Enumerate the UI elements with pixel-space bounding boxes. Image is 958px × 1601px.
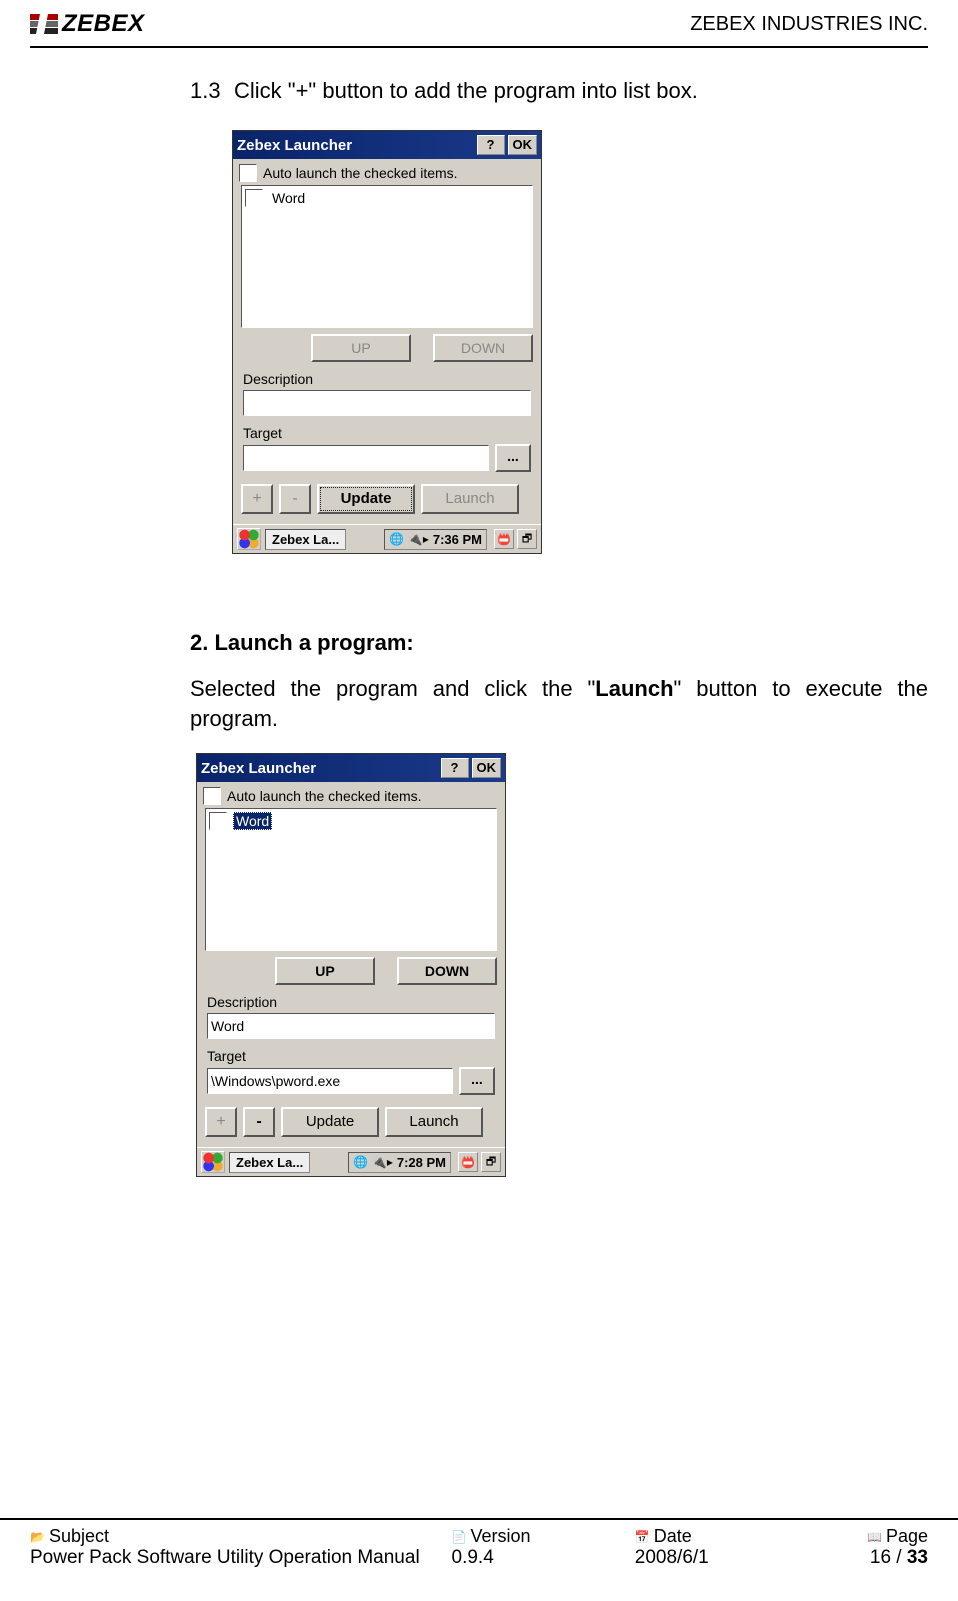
screenshot-2: Zebex Launcher ? OK Auto launch the chec… [196, 753, 506, 1177]
body-bold: Launch [595, 676, 673, 701]
launch-button[interactable]: Launch [385, 1107, 483, 1137]
version-label: 📄Version [452, 1526, 635, 1547]
device-icon: 🔌▸ [372, 1155, 393, 1169]
window-title: Zebex Launcher [201, 760, 438, 777]
up-button[interactable]: UP [275, 957, 375, 985]
section-title: Launch a program: [214, 630, 413, 655]
browse-button[interactable]: ... [459, 1067, 495, 1095]
title-bar: Zebex Launcher ? OK [233, 131, 541, 159]
clock: 7:36 PM [433, 532, 482, 547]
taskbar-app[interactable]: Zebex La... [229, 1152, 310, 1173]
list-item-label: Word [233, 812, 272, 830]
device-icon: 🔌▸ [408, 532, 429, 546]
description-input[interactable] [243, 390, 531, 416]
book-icon: 📖 [867, 1530, 882, 1544]
target-input[interactable] [243, 445, 489, 471]
program-listbox[interactable]: Word [205, 808, 497, 951]
update-button[interactable]: Update [281, 1107, 379, 1137]
target-label: Target [199, 1045, 503, 1067]
ok-button[interactable]: OK [472, 758, 502, 778]
page-header: ZEBEX ZEBEX INDUSTRIES INC. [30, 0, 928, 48]
item-checkbox[interactable] [245, 189, 263, 207]
plus-button[interactable]: + [241, 484, 273, 514]
windows-icon[interactable]: 🗗 [481, 1152, 501, 1172]
description-label: Description [235, 368, 539, 390]
step-number: 1.3 [190, 78, 234, 104]
folder-icon: 📂 [30, 1530, 45, 1544]
date-label: 📅Date [635, 1526, 818, 1547]
description-input[interactable]: Word [207, 1013, 495, 1039]
up-button[interactable]: UP [311, 334, 411, 362]
list-item[interactable]: Word [208, 811, 494, 831]
program-listbox[interactable]: Word [241, 185, 533, 328]
title-bar: Zebex Launcher ? OK [197, 754, 505, 782]
subject-label: 📂Subject [30, 1526, 452, 1547]
start-icon[interactable] [237, 528, 261, 550]
start-icon[interactable] [201, 1151, 225, 1173]
target-label: Target [235, 422, 539, 444]
network-icon: 🌐 [353, 1155, 368, 1169]
browse-button[interactable]: ... [495, 444, 531, 472]
minus-button[interactable]: - [243, 1107, 275, 1137]
minus-button[interactable]: - [279, 484, 311, 514]
date-value: 2008/6/1 [635, 1547, 818, 1569]
list-item-label: Word [269, 190, 308, 206]
item-checkbox[interactable] [209, 812, 227, 830]
page-value: 16 / 33 [818, 1547, 928, 1569]
logo-text: ZEBEX [62, 10, 145, 38]
help-button[interactable]: ? [441, 758, 469, 778]
section-2-heading: 2. Launch a program: [190, 630, 928, 656]
keyboard-icon[interactable]: 📛 [494, 529, 514, 549]
doc-icon: 📄 [452, 1530, 467, 1544]
subject-value: Power Pack Software Utility Operation Ma… [30, 1547, 452, 1569]
version-value: 0.9.4 [452, 1547, 635, 1569]
logo-icon [30, 14, 58, 34]
target-input[interactable]: \Windows\pword.exe [207, 1068, 453, 1094]
ok-button[interactable]: OK [508, 135, 538, 155]
plus-button[interactable]: + [205, 1107, 237, 1137]
section-number: 2. [190, 630, 208, 655]
update-button[interactable]: Update [317, 484, 415, 514]
tray-extra: 📛 🗗 [458, 1152, 501, 1172]
screenshot-1: Zebex Launcher ? OK Auto launch the chec… [232, 130, 542, 554]
down-button[interactable]: DOWN [397, 957, 497, 985]
brand-logo: ZEBEX [30, 10, 145, 38]
auto-launch-label: Auto launch the checked items. [227, 788, 422, 804]
down-button[interactable]: DOWN [433, 334, 533, 362]
network-icon: 🌐 [389, 532, 404, 546]
description-label: Description [199, 991, 503, 1013]
taskbar: Zebex La... 🌐 🔌▸ 7:36 PM 📛 🗗 [233, 524, 541, 553]
help-button[interactable]: ? [477, 135, 505, 155]
auto-launch-label: Auto launch the checked items. [263, 165, 458, 181]
section-2-body: Selected the program and click the "Laun… [190, 674, 928, 733]
auto-launch-checkbox[interactable] [239, 164, 257, 182]
keyboard-icon[interactable]: 📛 [458, 1152, 478, 1172]
clock: 7:28 PM [397, 1155, 446, 1170]
page-label: 📖Page [818, 1526, 928, 1547]
window-title: Zebex Launcher [237, 137, 474, 154]
taskbar: Zebex La... 🌐 🔌▸ 7:28 PM 📛 🗗 [197, 1147, 505, 1176]
company-name: ZEBEX INDUSTRIES INC. [690, 13, 928, 36]
calendar-icon: 📅 [635, 1530, 650, 1544]
taskbar-app[interactable]: Zebex La... [265, 529, 346, 550]
list-item[interactable]: Word [244, 188, 530, 208]
page-footer: 📂Subject Power Pack Software Utility Ope… [0, 1518, 958, 1589]
windows-icon[interactable]: 🗗 [517, 529, 537, 549]
system-tray: 🌐 🔌▸ 7:28 PM [348, 1152, 451, 1173]
step-text: Click "+" button to add the program into… [234, 78, 698, 104]
system-tray: 🌐 🔌▸ 7:36 PM [384, 529, 487, 550]
step-1-3: 1.3 Click "+" button to add the program … [190, 78, 928, 104]
launch-button[interactable]: Launch [421, 484, 519, 514]
auto-launch-checkbox[interactable] [203, 787, 221, 805]
body-pre: Selected the program and click the " [190, 676, 595, 701]
tray-extra: 📛 🗗 [494, 529, 537, 549]
